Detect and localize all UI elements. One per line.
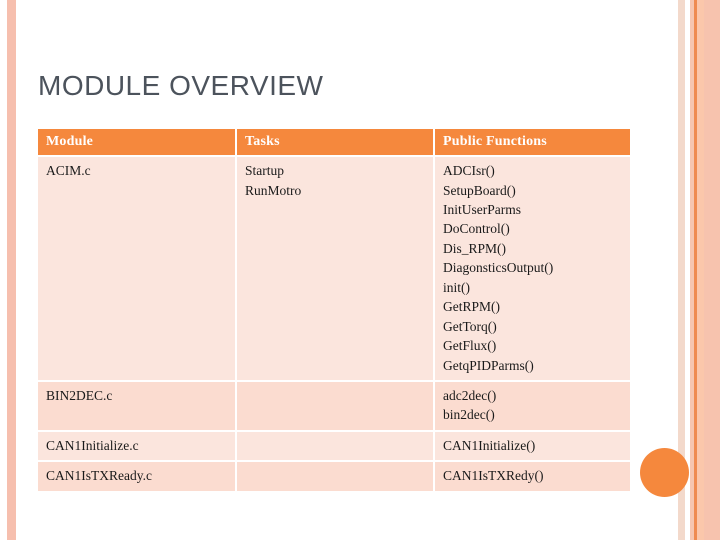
list-item: GetRPM() (443, 299, 500, 315)
list-item: adc2dec() (443, 387, 497, 403)
cell-tasks (237, 431, 433, 461)
column-header-module: Module (38, 129, 235, 156)
orange-circle-decoration (640, 448, 689, 497)
cell-public-functions: CAN1IsTXRedy() (435, 462, 630, 491)
list-item: DoControl() (443, 221, 510, 237)
table-header-row: Module Tasks Public Functions (38, 129, 630, 156)
task-list: Startup RunMotro (245, 161, 425, 200)
list-item: ADCIsr() (443, 163, 495, 179)
table-body: ACIM.c Startup RunMotro ADCIsr() SetupBo… (38, 157, 630, 491)
list-item: Startup (245, 163, 284, 179)
table-row: ACIM.c Startup RunMotro ADCIsr() SetupBo… (38, 157, 630, 380)
cell-module: ACIM.c (38, 157, 235, 380)
table-header: Module Tasks Public Functions (38, 129, 630, 156)
table-row: CAN1Initialize.c CAN1Initialize() (38, 431, 630, 461)
page-title: MODULE OVERVIEW (38, 70, 324, 101)
list-item: CAN1IsTXRedy() (443, 468, 544, 484)
list-item: InitUserParms (443, 202, 521, 218)
column-header-public-functions: Public Functions (435, 129, 630, 156)
table-row: BIN2DEC.c adc2dec() bin2dec() (38, 381, 630, 430)
cell-tasks (237, 381, 433, 430)
list-item: SetupBoard() (443, 182, 516, 198)
list-item: CAN1Initialize() (443, 437, 536, 453)
list-item: RunMotro (245, 182, 302, 198)
list-item: GetTorq() (443, 318, 497, 334)
cell-public-functions: adc2dec() bin2dec() (435, 381, 630, 430)
cell-module: CAN1Initialize.c (38, 431, 235, 461)
module-overview-table: Module Tasks Public Functions ACIM.c Sta… (36, 127, 632, 493)
cell-public-functions: ADCIsr() SetupBoard() InitUserParms DoCo… (435, 157, 630, 380)
cell-module: BIN2DEC.c (38, 381, 235, 430)
right-edge-stripe-5 (704, 0, 720, 540)
cell-tasks: Startup RunMotro (237, 157, 433, 380)
left-edge-stripe (7, 0, 16, 540)
function-list: adc2dec() bin2dec() (443, 386, 622, 425)
function-list: CAN1IsTXRedy() (443, 466, 622, 485)
cell-tasks (237, 462, 433, 491)
list-item: bin2dec() (443, 407, 495, 423)
right-edge-stripe-4 (697, 0, 704, 540)
list-item: Dis_RPM() (443, 240, 507, 256)
cell-public-functions: CAN1Initialize() (435, 431, 630, 461)
table-row: CAN1IsTXReady.c CAN1IsTXRedy() (38, 462, 630, 491)
list-item: init() (443, 279, 470, 295)
list-item: GetFlux() (443, 338, 497, 354)
column-header-tasks: Tasks (237, 129, 433, 156)
list-item: GetqPIDParms() (443, 357, 534, 373)
function-list: CAN1Initialize() (443, 436, 622, 455)
list-item: DiagonsticsOutput() (443, 260, 554, 276)
cell-module: CAN1IsTXReady.c (38, 462, 235, 491)
function-list: ADCIsr() SetupBoard() InitUserParms DoCo… (443, 161, 622, 375)
module-overview-table-wrap: Module Tasks Public Functions ACIM.c Sta… (36, 127, 630, 493)
